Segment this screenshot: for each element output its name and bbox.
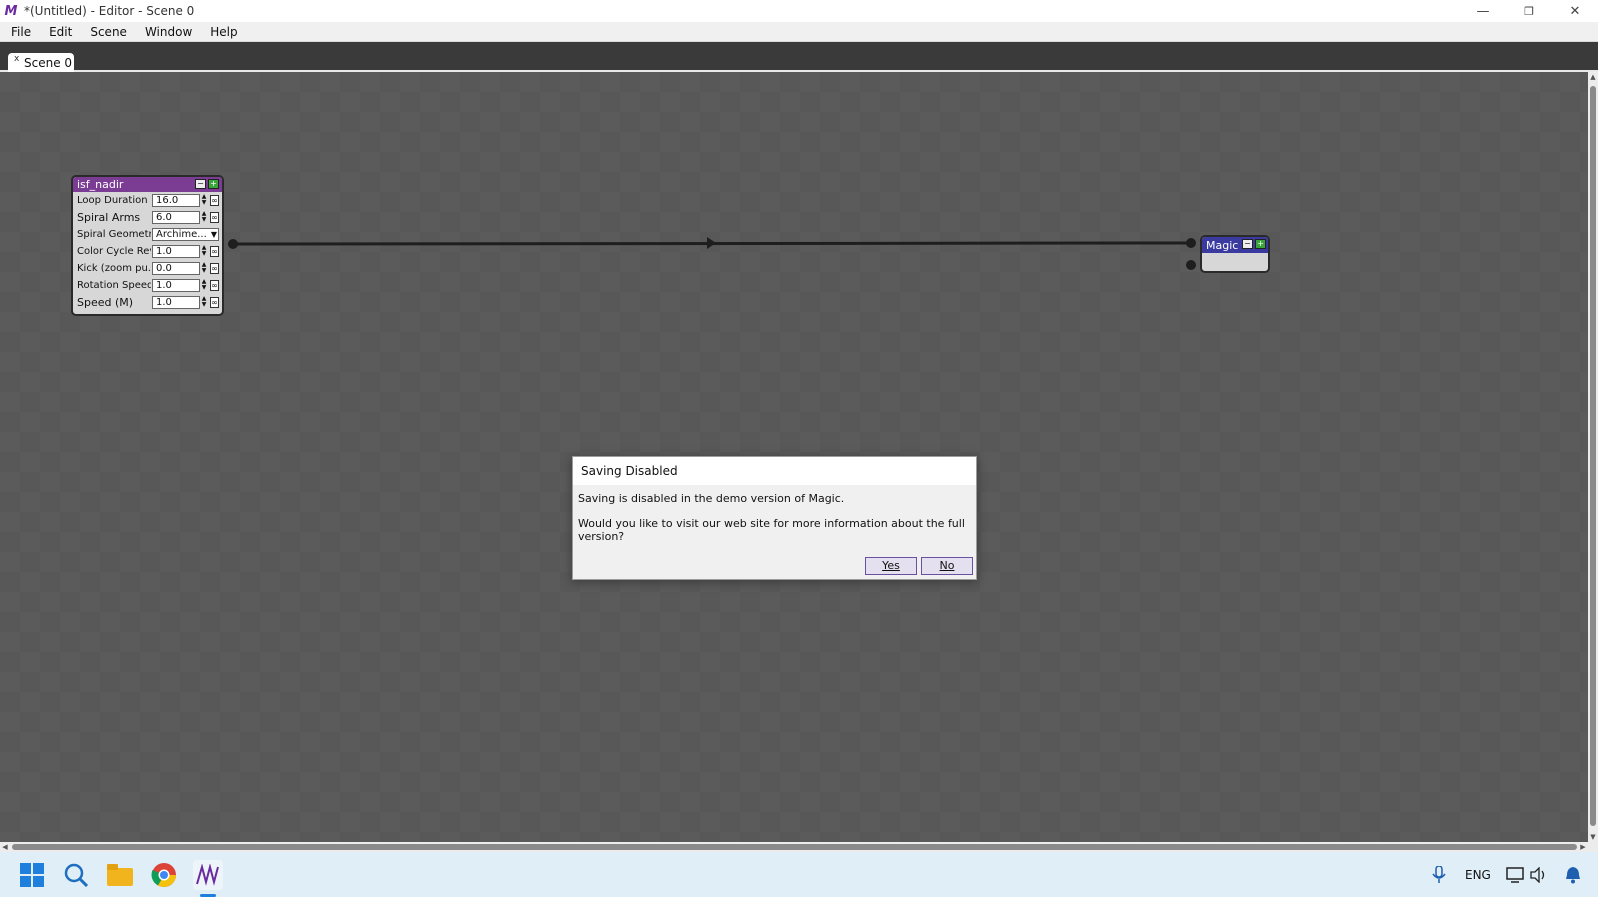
link-icon[interactable]: ∞ [210,212,219,223]
magic-app-icon[interactable] [193,860,223,890]
scroll-down-icon[interactable]: ▼ [1588,832,1598,842]
link-icon[interactable]: ∞ [210,297,219,308]
param-row: Color Cycle Revs 1.0 ▲▼ ∞ [73,243,222,260]
file-explorer-icon[interactable] [105,860,135,890]
node-title: Magic [1206,238,1239,252]
param-input[interactable]: 1.0 [152,279,200,292]
param-input[interactable]: 16.0 [152,194,200,207]
link-icon[interactable]: ∞ [210,195,219,206]
plus-icon[interactable]: + [208,179,219,189]
dialog-question: Would you like to visit our web site for… [578,517,965,543]
vertical-scrollbar[interactable]: ▲ ▼ [1588,72,1598,842]
dropdown-arrow-icon[interactable]: ▼ [211,229,217,240]
param-select-value: Archime... [156,229,207,240]
notification-bell-icon[interactable] [1558,860,1588,890]
param-label: Rotation Speed [77,280,151,291]
dialog-title: Saving Disabled [573,457,976,485]
scroll-left-icon[interactable]: ◀ [0,842,10,852]
collapse-icon[interactable]: − [1242,239,1253,249]
param-label: Kick (zoom pu... [77,263,151,274]
param-row: Spiral Arms 6.0 ▲ ▼ ∞ [73,209,222,226]
no-button[interactable]: No [921,557,973,575]
search-icon[interactable] [61,860,91,890]
spinner-icon[interactable]: ▲ ▼ [200,296,208,309]
collapse-icon[interactable]: − [195,179,206,189]
param-input[interactable]: 6.0 [152,211,200,224]
input-port-1[interactable] [1186,238,1196,248]
param-input[interactable]: 0.0 [152,262,200,275]
node-header[interactable]: isf_nadir − + [73,177,222,192]
saving-disabled-dialog: Saving Disabled Saving is disabled in th… [572,456,977,580]
param-label: Loop Duration (s) [77,195,151,206]
spinner-icon[interactable]: ▲ ▼ [200,279,208,292]
node-isf-nadir[interactable]: isf_nadir − + Loop Duration (s) 16.0 ▲▼ … [71,175,224,316]
node-header[interactable]: Magic − + [1202,237,1268,253]
node-title: isf_nadir [77,178,124,191]
spinner-icon[interactable]: ▲ ▼ [200,211,208,224]
link-icon[interactable]: ∞ [210,246,219,257]
spinner-icon[interactable]: ▲ ▼ [200,194,208,207]
connection-wire [232,237,1191,249]
param-row: Rotation Speed 1.0 ▲ ▼ ∞ [73,277,222,294]
spinner-icon[interactable]: ▲ ▼ [200,262,208,275]
wire-arrow-icon [707,237,716,249]
param-row: Spiral Geometry Archime... ▼ [73,226,222,243]
vertical-scroll-thumb[interactable] [1590,86,1596,826]
input-port-2[interactable] [1186,260,1196,270]
node-magic[interactable]: Magic − + [1200,235,1270,273]
param-label: Speed (M) [77,296,134,309]
output-port[interactable] [228,239,238,249]
param-label: Color Cycle Revs [77,246,151,257]
param-label: Spiral Geometry [77,229,151,240]
param-row: Kick (zoom pu... 0.0 ▲ ▼ ∞ [73,260,222,277]
dialog-message: Saving is disabled in the demo version o… [578,492,845,505]
param-input[interactable]: 1.0 [152,245,200,258]
chrome-icon[interactable] [149,860,179,890]
language-indicator[interactable]: ENG [1465,868,1491,882]
yes-button[interactable]: Yes [865,557,917,575]
param-row: Speed (M) 1.0 ▲ ▼ ∞ [73,294,222,311]
taskbar: ENG [0,852,1598,897]
start-icon[interactable] [17,860,47,890]
param-label: Spiral Arms [77,211,141,224]
param-select[interactable]: Archime... ▼ [152,228,219,241]
link-icon[interactable]: ∞ [210,263,219,274]
param-input[interactable]: 1.0 [152,296,200,309]
scroll-right-icon[interactable]: ▶ [1578,842,1588,852]
link-icon[interactable]: ∞ [210,280,219,291]
volume-icon[interactable] [1524,860,1554,890]
microphone-icon[interactable] [1424,860,1454,890]
plus-icon[interactable]: + [1255,239,1266,249]
param-row: Loop Duration (s) 16.0 ▲▼ ∞ [73,192,222,209]
horizontal-scroll-thumb[interactable] [12,844,1577,850]
horizontal-scrollbar[interactable]: ◀ ▶ [0,842,1598,852]
scroll-up-icon[interactable]: ▲ [1588,72,1598,82]
spinner-icon[interactable]: ▲ ▼ [200,245,208,258]
